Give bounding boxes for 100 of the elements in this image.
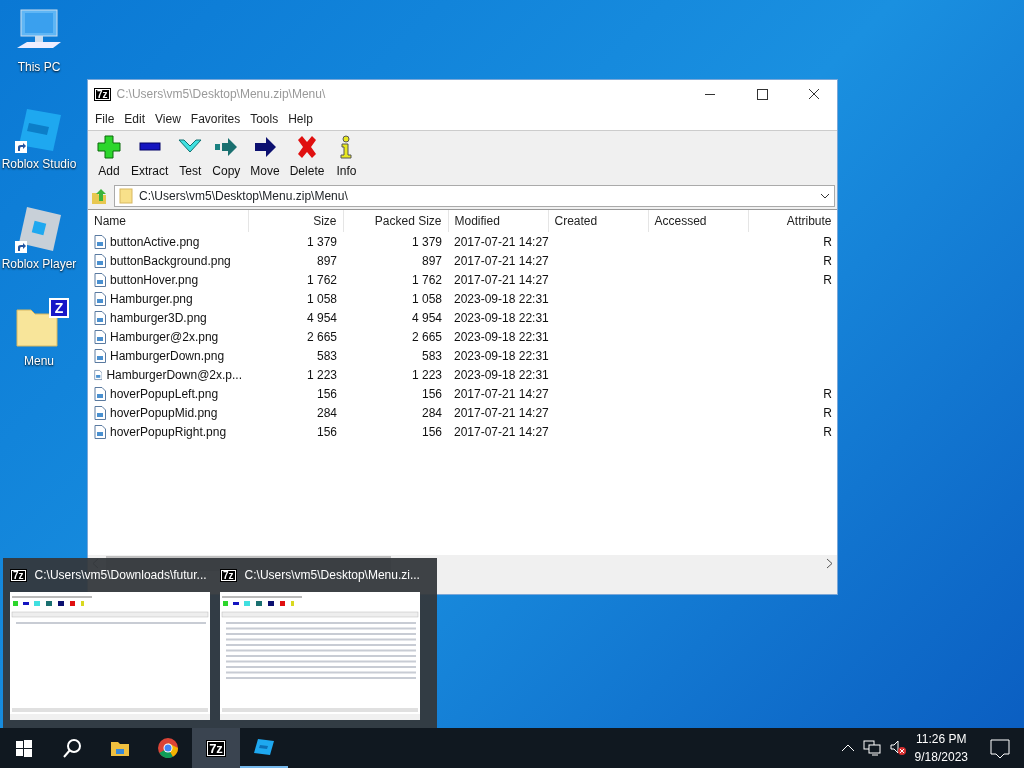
packed-size: 156 — [421, 386, 442, 401]
modified-date: 2023-09-18 22:31 — [454, 348, 549, 363]
file-name[interactable]: Hamburger.png — [110, 289, 193, 308]
packed-size: 1 762 — [411, 272, 442, 287]
attributes: R — [823, 386, 832, 401]
image-file-icon — [94, 329, 106, 344]
modified-date: 2017-07-21 14:27 — [454, 272, 549, 287]
column-header[interactable]: Packed Size — [343, 210, 448, 232]
image-file-icon — [94, 367, 103, 382]
dropdown-caret-icon[interactable] — [820, 193, 830, 199]
packed-size: 1 058 — [411, 291, 442, 306]
plus-icon — [97, 135, 121, 159]
studio-icon — [254, 737, 274, 757]
modified-date: 2023-09-18 22:31 — [454, 310, 549, 325]
image-file-icon — [94, 405, 106, 420]
icon-label: Menu — [24, 353, 54, 370]
icon-label: This PC — [17, 59, 61, 76]
column-header[interactable]: Accessed — [648, 210, 748, 232]
browser-icon — [158, 738, 178, 758]
folder-icon — [119, 188, 133, 204]
app-logo: 7z — [10, 568, 27, 582]
image-file-icon — [94, 253, 106, 268]
taskbar-button[interactable]: 7z — [192, 728, 240, 768]
file-name[interactable]: buttonHover.png — [110, 270, 199, 289]
file-size: 284 — [316, 405, 337, 420]
file-size: 1 762 — [306, 272, 337, 287]
file-name[interactable]: hoverPopupLeft.png — [110, 384, 219, 403]
file-size: 1 379 — [306, 234, 337, 249]
packed-size: 4 954 — [411, 310, 442, 325]
file-size: 156 — [316, 424, 337, 439]
packed-size: 1 223 — [411, 367, 442, 382]
file-name[interactable]: HamburgerDown@2x.p... — [106, 365, 242, 384]
attributes: R — [823, 272, 832, 287]
image-file-icon — [94, 291, 106, 306]
windows-logo-icon — [14, 738, 34, 758]
menu-item[interactable]: Edit — [119, 110, 151, 128]
clock[interactable]: 11:26 PM 9/18/2023 — [914, 730, 968, 766]
toolbar-button[interactable]: Copy — [207, 133, 246, 182]
file-name[interactable]: hoverPopupMid.png — [110, 403, 218, 422]
modified-date: 2017-07-21 14:27 — [454, 234, 549, 249]
file-name[interactable]: hoverPopupRight.png — [110, 422, 227, 441]
volume-muted-icon[interactable] — [888, 740, 907, 756]
clock-time: 11:26 PM — [916, 731, 967, 748]
file-name[interactable]: buttonActive.png — [110, 232, 200, 251]
network-icon[interactable] — [862, 740, 881, 756]
search-icon — [62, 738, 82, 758]
modified-date: 2017-07-21 14:27 — [454, 405, 549, 420]
attributes: R — [823, 424, 832, 439]
chevron-up-icon[interactable] — [840, 743, 855, 753]
icon-label: Roblox Player — [1, 256, 77, 273]
address-field[interactable]: C:\Users\vm5\Desktop\Menu.zip\Menu\ — [114, 185, 835, 207]
menu-item[interactable]: Tools — [245, 110, 284, 128]
menu-item[interactable]: File — [90, 110, 120, 128]
column-header[interactable]: Created — [548, 210, 648, 232]
image-file-icon — [94, 234, 106, 249]
file-name[interactable]: buttonBackground.png — [110, 251, 231, 270]
file-size: 1 223 — [306, 367, 337, 382]
window-thumbnail[interactable] — [10, 592, 210, 720]
menu-item[interactable]: Favorites — [185, 110, 246, 128]
preview-title[interactable]: C:\Users\vm5\Desktop\Menu.zi... — [244, 566, 420, 584]
copy-arrow-icon — [214, 135, 239, 159]
modified-date: 2023-09-18 22:31 — [454, 291, 549, 306]
menu-item[interactable]: View — [150, 110, 186, 128]
packed-size: 1 379 — [411, 234, 442, 249]
toolbar-button[interactable]: Delete — [284, 133, 330, 182]
clock-date: 9/18/2023 — [914, 749, 968, 766]
file-size: 1 058 — [306, 291, 337, 306]
column-header[interactable]: Modified — [448, 210, 548, 232]
window-title: C:\Users\vm5\Desktop\Menu.zip\Menu\ — [116, 86, 327, 103]
image-file-icon — [94, 386, 106, 401]
preview-title[interactable]: C:\Users\vm5\Downloads\futur... — [34, 566, 207, 584]
file-size: 156 — [316, 386, 337, 401]
toolbar-button[interactable]: Info — [329, 133, 364, 182]
file-name[interactable]: hamburger3D.png — [110, 308, 207, 327]
file-size: 4 954 — [306, 310, 337, 325]
image-file-icon — [94, 424, 106, 439]
file-size: 897 — [316, 253, 337, 268]
image-file-icon — [94, 272, 106, 287]
toolbar-button[interactable]: Add — [92, 133, 126, 182]
packed-size: 2 665 — [411, 329, 442, 344]
right-arrow-icon — [253, 135, 278, 159]
column-header[interactable]: Attribute — [748, 210, 837, 232]
toolbar-button[interactable]: Move — [245, 133, 285, 182]
packed-size: 156 — [421, 424, 442, 439]
attributes: R — [823, 253, 832, 268]
menu-item[interactable]: Help — [283, 110, 318, 128]
modified-date: 2017-07-21 14:27 — [454, 253, 549, 268]
packed-size: 583 — [421, 348, 442, 363]
toolbar-button[interactable]: Test — [173, 133, 208, 182]
file-name[interactable]: HamburgerDown.png — [110, 346, 225, 365]
column-header[interactable]: Size — [248, 210, 343, 232]
packed-size: 284 — [421, 405, 442, 420]
toolbar-button[interactable]: Extract — [126, 133, 174, 182]
badge-icon: Z — [49, 298, 69, 318]
image-file-icon — [94, 310, 106, 325]
column-header[interactable]: Name — [88, 210, 248, 232]
window-thumbnail[interactable] — [220, 592, 420, 720]
app-logo: 7z — [94, 87, 111, 101]
file-name[interactable]: Hamburger@2x.png — [110, 327, 219, 346]
attributes: R — [823, 234, 832, 249]
